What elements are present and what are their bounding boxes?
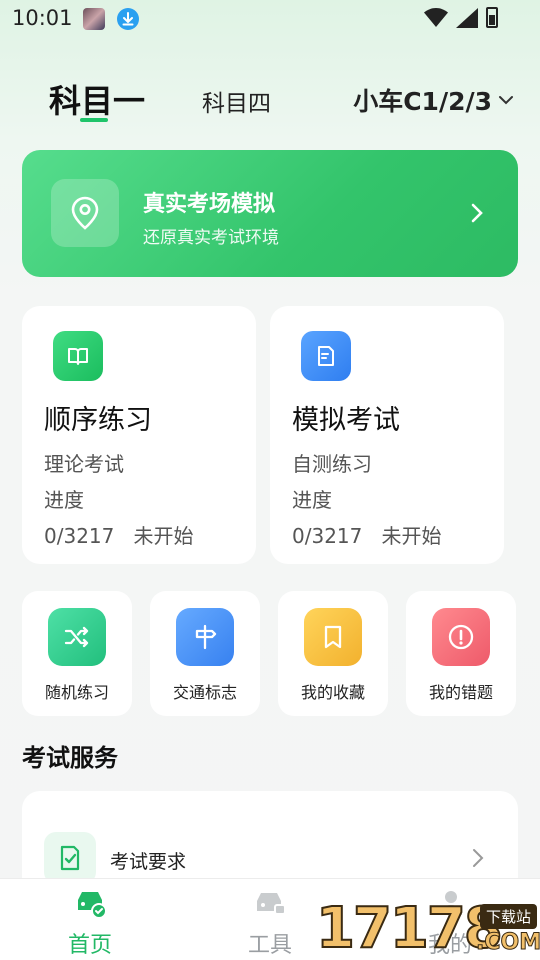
card-progress-count: 0/3217 [292, 524, 363, 548]
chevron-right-icon [473, 849, 484, 867]
tool-label: 我的错题 [428, 683, 493, 702]
nav-tools[interactable]: 工具 [220, 879, 320, 960]
site-watermark-logo: 17178 下载站 .COM [315, 896, 540, 960]
card-status: 未开始 [133, 524, 194, 548]
card-progress-label: 进度 [292, 488, 332, 512]
random-practice-button[interactable]: 随机练习 [22, 591, 132, 716]
watermark-digits: 17178 [315, 896, 504, 960]
card-progress-label: 进度 [44, 488, 84, 512]
banner-title: 真实考场模拟 [143, 192, 276, 217]
watermark-domain: .COM [475, 930, 540, 956]
card-progress-value: 0/3217 未开始 [44, 520, 193, 549]
book-icon [53, 331, 103, 381]
tab-subject-one[interactable]: 科目一 [49, 76, 145, 122]
tool-label: 随机练习 [44, 683, 109, 702]
tools-car-icon [257, 893, 286, 915]
download-notification-icon [117, 8, 139, 30]
home-car-icon [78, 892, 107, 919]
my-favorites-button[interactable]: 我的收藏 [278, 591, 388, 716]
license-type-label: 小车C1/2/3 [353, 87, 492, 116]
shuffle-icon [48, 608, 106, 666]
banner-subtitle: 还原真实考试环境 [143, 228, 279, 248]
app-notification-avatar-icon [83, 8, 105, 30]
card-progress-value: 0/3217 未开始 [292, 520, 441, 549]
subject-tabs: 科目一 科目四 小车C1/2/3 [0, 72, 540, 132]
bookmark-icon [304, 608, 362, 666]
card-title: 顺序练习 [44, 405, 152, 436]
card-progress-count: 0/3217 [44, 524, 115, 548]
chevron-right-icon [471, 203, 483, 223]
card-subtitle: 理论考试 [44, 452, 124, 476]
wifi-icon [424, 8, 448, 27]
chevron-down-icon [499, 96, 513, 105]
traffic-signs-button[interactable]: 交通标志 [150, 591, 260, 716]
service-item-exam-requirements[interactable]: 考试要求 [110, 847, 186, 874]
nav-label: 首页 [67, 933, 112, 958]
signpost-icon [176, 608, 234, 666]
tab-active-indicator [80, 118, 108, 122]
status-bar: 10:01 [0, 0, 540, 38]
checklist-icon [44, 832, 96, 884]
tab-subject-four[interactable]: 科目四 [202, 84, 271, 118]
real-exam-simulation-banner[interactable]: 真实考场模拟 还原真实考试环境 [22, 150, 518, 277]
nav-label: 工具 [247, 933, 292, 958]
card-subtitle: 自测练习 [292, 452, 372, 476]
sequential-practice-card[interactable]: 顺序练习 理论考试 进度 0/3217 未开始 [22, 306, 256, 564]
card-title: 模拟考试 [292, 405, 400, 436]
my-mistakes-button[interactable]: 我的错题 [406, 591, 516, 716]
watermark-tag: 下载站 [480, 904, 538, 929]
signal-icon [456, 8, 478, 28]
battery-icon [486, 7, 498, 28]
tool-label: 交通标志 [172, 683, 237, 702]
alert-icon [432, 608, 490, 666]
card-status: 未开始 [381, 524, 442, 548]
mock-exam-card[interactable]: 模拟考试 自测练习 进度 0/3217 未开始 [270, 306, 504, 564]
exam-paper-icon [301, 331, 351, 381]
status-time: 10:01 [12, 6, 73, 30]
location-pin-icon [51, 179, 119, 247]
section-title-exam-services: 考试服务 [22, 744, 118, 772]
tool-label: 我的收藏 [300, 683, 365, 702]
nav-home[interactable]: 首页 [40, 879, 140, 960]
license-type-selector[interactable]: 小车C1/2/3 [353, 82, 514, 118]
